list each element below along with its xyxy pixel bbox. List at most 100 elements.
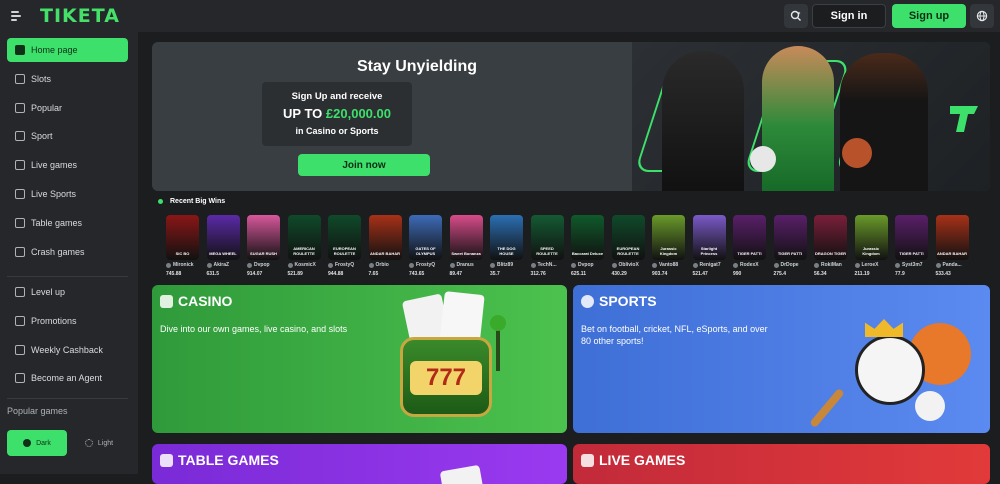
language-button[interactable]: [970, 4, 994, 28]
promo-line-1: Sign Up and receive: [291, 91, 383, 102]
sidebar-item-label: Table games: [31, 217, 83, 228]
sidebar-item-label: Become an Agent: [31, 373, 103, 384]
win-amount: 990: [733, 271, 742, 277]
sports-description: Bet on football, cricket, NFL, eSports, …: [581, 324, 768, 346]
casino-description: Dive into our own games, live casino, an…: [160, 324, 348, 334]
winner-name: KosmicX: [287, 261, 328, 269]
win-amount: 521.89: [287, 271, 303, 277]
avatar-icon: [773, 262, 779, 268]
sidebar-item-level-up[interactable]: Level up: [7, 280, 128, 304]
winner-name: Dranus: [449, 261, 490, 269]
level-up-icon: [15, 287, 25, 297]
game-thumbnail[interactable]: SUGAR RUSH: [247, 215, 280, 260]
avatar-icon: [571, 262, 576, 268]
avatar-icon: [814, 262, 819, 268]
winner-name: TechN...: [530, 261, 571, 269]
game-thumbnail[interactable]: SIC BO: [166, 215, 199, 260]
winner-name: OblivioX: [611, 261, 652, 269]
sidebar-item-home-page[interactable]: Home page: [7, 38, 128, 62]
game-thumbnail[interactable]: TIGER PATTI: [773, 215, 807, 260]
winner-name: Syst3m7: [895, 261, 935, 269]
winner-name: Dvpop: [247, 261, 287, 269]
winner-name: Orbio: [368, 261, 409, 269]
avatar-icon: [611, 262, 617, 268]
game-thumbnail[interactable]: DRAGON TIGER: [814, 215, 847, 260]
cashback-icon: [15, 344, 25, 355]
table-games-icon: [15, 217, 25, 228]
live-games-icon: [15, 160, 25, 171]
sidebar-item-crash-games[interactable]: Crash games: [7, 240, 128, 264]
search-button[interactable]: [784, 4, 808, 28]
cards-icon: [160, 453, 173, 467]
sidebar-item-promotions[interactable]: Promotions: [7, 309, 128, 333]
slot-reels-image: 777: [410, 361, 482, 395]
game-thumbnail[interactable]: GATES OF OLYMPUS: [409, 215, 442, 260]
baseball-bat-image: [809, 387, 845, 429]
winner-name: DrDope: [773, 261, 814, 269]
sidebar-item-table-games[interactable]: Table games: [7, 211, 128, 235]
sports-card[interactable]: SPORTS Bet on football, cricket, NFL, eS…: [573, 285, 990, 433]
game-thumbnail[interactable]: ANDAR BAHAR: [935, 215, 969, 260]
join-now-button[interactable]: Join now: [298, 154, 430, 176]
live-games-card[interactable]: LIVE GAMES: [573, 444, 990, 484]
player-image: [662, 51, 744, 191]
sidebar-item-label: Weekly Cashback: [31, 344, 103, 355]
live-dot-icon: [158, 199, 163, 204]
win-amount: 743.65: [409, 271, 425, 277]
sidebar-item-live-games[interactable]: Live games: [7, 153, 128, 177]
avatar-icon: [652, 262, 657, 268]
search-icon: [790, 10, 801, 21]
win-amount: 745.88: [166, 271, 182, 277]
avatar-icon: [166, 262, 171, 268]
game-thumbnail[interactable]: TIGER PATTI: [895, 215, 928, 260]
game-thumbnail[interactable]: ANDAR BAHAR: [368, 215, 402, 260]
winner-name: Dvpop: [571, 261, 611, 269]
sidebar-divider: [7, 276, 128, 277]
win-amount: 56.34: [814, 271, 827, 277]
casino-card[interactable]: CASINO Dive into our own games, live cas…: [152, 285, 567, 433]
sidebar-item-label: Crash games: [31, 246, 85, 257]
avatar-icon: [530, 262, 536, 268]
sidebar-item-become-an-agent[interactable]: Become an Agent: [7, 366, 128, 390]
avatar-icon: [733, 262, 738, 268]
game-thumbnail[interactable]: Baccarat Deluxe: [571, 215, 604, 260]
sidebar-item-slots[interactable]: Slots: [7, 67, 128, 91]
game-thumbnail[interactable]: TIGER PATTI: [733, 215, 766, 260]
game-thumbnail[interactable]: Jurassic Kingdom: [854, 215, 888, 260]
hero-banner[interactable]: Stay Unyielding Sign Up and receive UP T…: [152, 42, 990, 191]
menu-toggle-icon[interactable]: [8, 8, 24, 24]
game-name: SPEED ROULETTE: [536, 246, 558, 256]
win-amount: 625.11: [571, 271, 587, 277]
winner-name: AkiraZ: [206, 261, 247, 269]
brand-logo[interactable]: TIKETA: [40, 5, 120, 27]
game-thumbnail[interactable]: EUROPEAN ROULETTE: [611, 215, 645, 260]
game-thumbnail[interactable]: EUROPEAN ROULETTE: [328, 215, 361, 260]
globe-icon: [976, 10, 988, 22]
game-thumbnail[interactable]: AMERICAN ROULETTE: [287, 215, 321, 260]
win-amount: 77.9: [895, 271, 905, 277]
sign-in-button[interactable]: Sign in: [812, 4, 886, 28]
sign-up-button[interactable]: Sign up: [892, 4, 966, 28]
sidebar-item-weekly-cashback[interactable]: Weekly Cashback: [7, 338, 128, 362]
game-thumbnail[interactable]: MEGA WHEEL: [206, 215, 240, 260]
sidebar-item-popular[interactable]: Popular: [7, 96, 128, 120]
game-thumbnail[interactable]: Sweet Bonanza: [449, 215, 483, 260]
avatar-icon: [692, 262, 698, 268]
game-thumbnail[interactable]: SPEED ROULETTE: [530, 215, 564, 260]
sidebar-item-live-sports[interactable]: Live Sports: [7, 182, 128, 206]
theme-dark-button[interactable]: Dark: [7, 430, 67, 456]
win-amount: 521.47: [692, 271, 708, 277]
avatar-icon: [368, 262, 374, 268]
game-thumbnail[interactable]: Starlight Princess: [692, 215, 726, 260]
promo-line-3: in Casino or Sports: [295, 126, 379, 136]
slots-icon: [15, 73, 25, 84]
theme-light-button[interactable]: Light: [70, 430, 128, 456]
game-thumbnail[interactable]: THE DOG HOUSE: [490, 215, 523, 260]
table-games-card[interactable]: TABLE GAMES: [152, 444, 567, 484]
crash-games-icon: [15, 246, 25, 257]
top-header: TIKETA Sign in Sign up: [0, 0, 1000, 32]
winner-name: Vanto88: [652, 261, 692, 269]
sidebar-item-sport[interactable]: Sport: [7, 124, 128, 148]
winner-name: Renigat7: [692, 261, 733, 269]
game-thumbnail[interactable]: Jurassic Kingdom: [652, 215, 685, 260]
